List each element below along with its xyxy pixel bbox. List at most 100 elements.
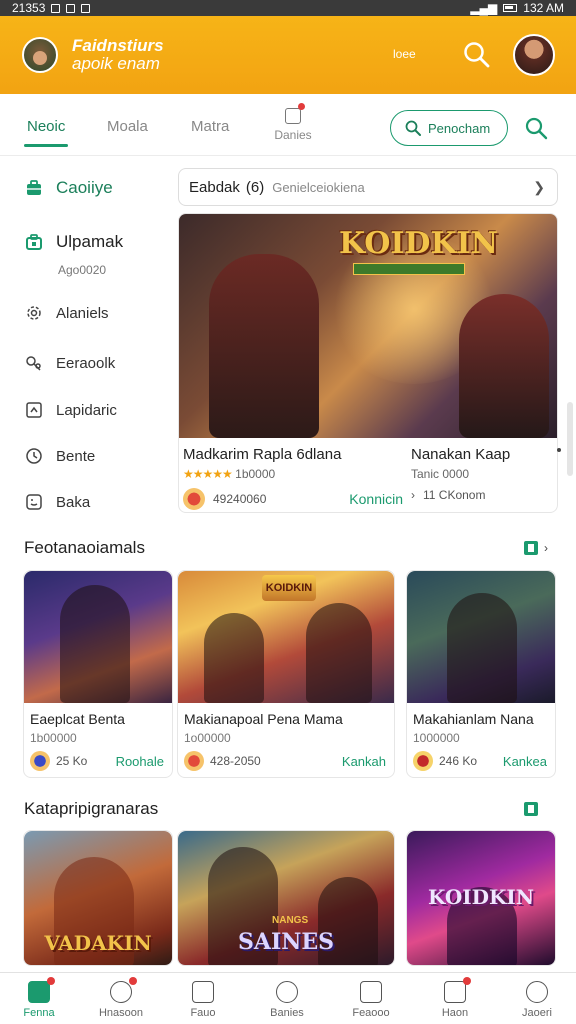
section-more-button[interactable] [524,802,538,816]
search-filter-icon: (6) [245,178,265,196]
rating-stars-icon: ★★★★★ [183,467,233,481]
hero-logo-ribbon [353,263,465,275]
hero-game-right[interactable]: Nanakan Kaap Tanic 0000 [411,446,551,481]
nav-item-home[interactable]: Fenna [4,977,74,1019]
game-card[interactable]: SAINES NANGS [177,830,395,966]
game-icon [30,751,50,771]
home-icon [28,977,55,1003]
chevron-right-icon: › [544,541,548,555]
tab-matra[interactable]: Matra [191,118,229,135]
search-input[interactable]: Eabdak [189,179,240,196]
card-character [306,603,372,703]
chevron-right-icon[interactable]: ❯ [533,179,545,196]
top-tabs: Neoic Moala Matra Danies Penocham [0,94,576,156]
tab-home[interactable]: Neoic [27,118,65,135]
tab-games-label: Danies [274,128,312,142]
notification-icon-2 [66,3,76,13]
smiley-icon [24,492,44,512]
game-card-meta: 1o00000 [184,731,231,745]
notification-icon-3 [81,3,91,13]
nav-label: Hnasoon [98,1007,144,1019]
nav-label: Fauo [190,1007,216,1019]
sidebar: Caoiiye Ulpamak Ago0020 Alaniels Eeraool… [0,160,170,530]
active-tab-indicator [24,144,68,147]
hero-banner[interactable]: KOIDKIN Madkarim Rapla 6dlana ★★★★★ 1b00… [178,213,558,513]
hero-game-left[interactable]: Madkarim Rapla 6dlana ★★★★★ 1b0000 [183,446,403,481]
tab-games[interactable]: Danies [272,103,314,142]
games-icon [285,103,305,124]
nav-item-alerts[interactable]: Feaooo [336,981,406,1019]
game-card-title: Eaeplcat Benta [30,711,125,727]
sidebar-item-updates[interactable]: Ulpamak [24,232,123,252]
game-card-logo: KOIDKIN [428,885,534,909]
game-card-artwork: KOIDKIN [178,571,394,703]
hero-left-action-button[interactable]: Konnicin [349,491,403,507]
game-card[interactable]: KOIDKIN [406,830,556,966]
game-card-count: 428-2050 [210,754,261,768]
tab-moala[interactable]: Moala [107,118,148,135]
hero-left-meta: ★★★★★ 1b0000 [183,467,403,481]
section-title: Feotanaoiamals [24,538,145,557]
sidebar-item-categories[interactable]: Caoiiye [24,178,113,198]
explore-pill-label: Penocham [428,120,491,136]
sidebar-item-bente[interactable]: Bente [24,446,95,466]
brand-subtitle: apoik enam [72,54,160,73]
bag-icon [444,977,471,1003]
search-icon[interactable] [462,40,492,70]
game-card-artwork: KOIDKIN [407,831,555,965]
notification-dot [47,977,55,985]
sidebar-item-sublabel: Ago0020 [58,263,107,277]
bookmark-icon [524,802,538,816]
sidebar-item-lapidaric[interactable]: Lapidaric [24,400,117,420]
game-card-meta: 1b00000 [30,731,77,745]
app-logo[interactable] [22,37,58,73]
section-more-button[interactable]: › [524,541,548,555]
game-card-action-button[interactable]: Roohale [116,754,164,769]
nav-item-profile[interactable]: Jaoeri [502,981,572,1019]
game-card-action-button[interactable]: Kankah [342,754,386,769]
header-link[interactable]: loee [393,47,416,61]
nav-item-games[interactable]: Banies [252,981,322,1019]
user-avatar[interactable] [513,34,555,76]
sidebar-item-label: Bente [56,447,96,465]
user-search-icon [110,977,137,1003]
game-card-artwork [24,571,172,703]
search-bar[interactable]: Eabdak (6) Genielceiokiena ❯ [178,168,558,206]
game-card-footer: 246 Ko Kankea [413,751,547,771]
briefcase-icon [24,178,44,198]
game-card[interactable]: Eaeplcat Benta 1b00000 25 Ko Roohale [23,570,173,778]
game-card-action-button[interactable]: Kankea [503,754,547,769]
hero-game-logo: KOIDKIN [339,226,498,275]
game-card[interactable]: KOIDKIN Makianapoal Pena Mama 1o00000 42… [177,570,395,778]
game-card-logo: KOIDKIN [262,575,316,601]
game-card-logo: SAINES [237,929,334,955]
explore-pill-button[interactable]: Penocham [390,110,508,146]
nav-label: Haon [441,1007,469,1019]
sidebar-item-label: Alaniels [56,304,109,322]
brand-title: Faidnstiurs [72,36,164,56]
search-icon[interactable] [524,116,548,140]
hero-artwork: KOIDKIN [179,214,557,438]
game-card-artwork [407,571,555,703]
square-icon [192,981,214,1003]
carousel-dot[interactable] [557,448,561,452]
signal-icon: ▂▄▆ [470,1,498,15]
notification-dot [129,977,137,985]
brand: Faidnstiurs apoik enam [72,37,164,73]
sidebar-item-animals[interactable]: Alaniels [24,303,109,323]
person-icon [526,981,548,1003]
nav-item-fauo[interactable]: Fauo [168,981,238,1019]
game-card-count: 246 Ko [439,754,478,768]
hero-left-meta-text: 1b0000 [235,467,276,481]
nav-label: Jaoeri [522,1007,552,1019]
hero-right-count: 11 CKonom [423,488,486,502]
game-card-title: Makianapoal Pena Mama [184,711,343,727]
scrollbar[interactable] [567,402,573,476]
nav-item-search[interactable]: Hnasoon [86,977,156,1019]
sidebar-item-eeraoolk[interactable]: Eeraoolk [24,353,115,373]
game-card[interactable]: VADAKIN [23,830,173,966]
game-icon [413,751,433,771]
nav-item-store[interactable]: Haon [420,977,490,1019]
game-card[interactable]: Makahianlam Nana 1000000 246 Ko Kankea [406,570,556,778]
sidebar-item-baka[interactable]: Baka [24,492,90,512]
